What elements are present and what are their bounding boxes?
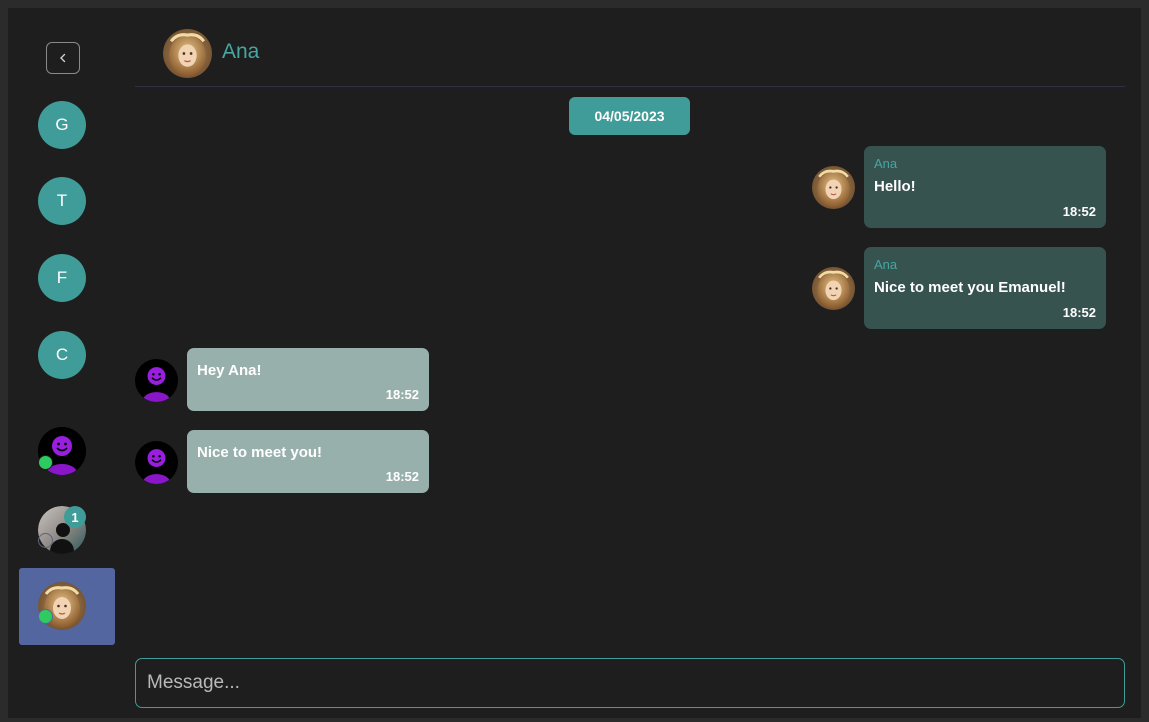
smiley-avatar-icon: [135, 441, 178, 484]
header-avatar-icon[interactable]: [163, 29, 212, 78]
message-time: 18:52: [385, 387, 419, 402]
contact-initial: T: [56, 191, 68, 210]
smiley-avatar-icon: [135, 359, 178, 402]
ana-message-avatar-icon: [812, 166, 855, 209]
contact-c[interactable]: C: [38, 331, 86, 379]
contacts-sidebar: G T F C 1: [8, 8, 126, 718]
message-time: 18:52: [1062, 204, 1096, 219]
contact-g[interactable]: G: [38, 101, 86, 149]
message-time: 18:52: [1062, 305, 1096, 320]
message-bubble-incoming[interactable]: Ana Hello! 18:52: [864, 146, 1106, 228]
message-text: Hello!: [874, 178, 916, 195]
ana-message-avatar-icon: [812, 267, 855, 310]
contact-initial: G: [55, 115, 69, 134]
chevron-left-icon: [60, 53, 66, 63]
message-text: Nice to meet you!: [197, 444, 323, 461]
message-sender: Ana: [874, 156, 898, 171]
date-label: 04/05/2023: [594, 108, 665, 124]
contact-f[interactable]: F: [38, 254, 86, 302]
message-time: 18:52: [385, 469, 419, 484]
back-button[interactable]: [46, 42, 80, 74]
chat-header: Ana: [135, 8, 1125, 88]
message-text: Nice to meet you Emanuel!: [874, 279, 1066, 296]
online-status-dot: [38, 455, 53, 470]
message-bubble-outgoing[interactable]: Nice to meet you! 18:52: [187, 430, 429, 493]
contact-t[interactable]: T: [38, 177, 86, 225]
online-status-dot: [38, 609, 53, 624]
message-text: Hey Ana!: [197, 362, 262, 379]
chat-contact-name[interactable]: Ana: [222, 40, 259, 64]
own-message-avatar: [135, 441, 178, 484]
contact-ana-active[interactable]: [19, 568, 115, 645]
own-message-avatar: [135, 359, 178, 402]
message-composer: [135, 658, 1125, 708]
message-input[interactable]: [136, 659, 1124, 707]
offline-status-dot: [38, 533, 53, 548]
message-bubble-incoming[interactable]: Ana Nice to meet you Emanuel! 18:52: [864, 247, 1106, 329]
message-sender: Ana: [874, 257, 898, 272]
contact-initial: F: [56, 268, 68, 287]
message-bubble-outgoing[interactable]: Hey Ana! 18:52: [187, 348, 429, 411]
date-separator: 04/05/2023: [569, 97, 690, 135]
contact-initial: C: [55, 345, 69, 364]
header-divider: [135, 86, 1125, 87]
chat-app: G T F C 1 Ana 04/05/2023 Ana Hello! 18:5…: [8, 8, 1141, 718]
unread-badge: 1: [64, 506, 86, 528]
unread-count: 1: [71, 509, 79, 525]
